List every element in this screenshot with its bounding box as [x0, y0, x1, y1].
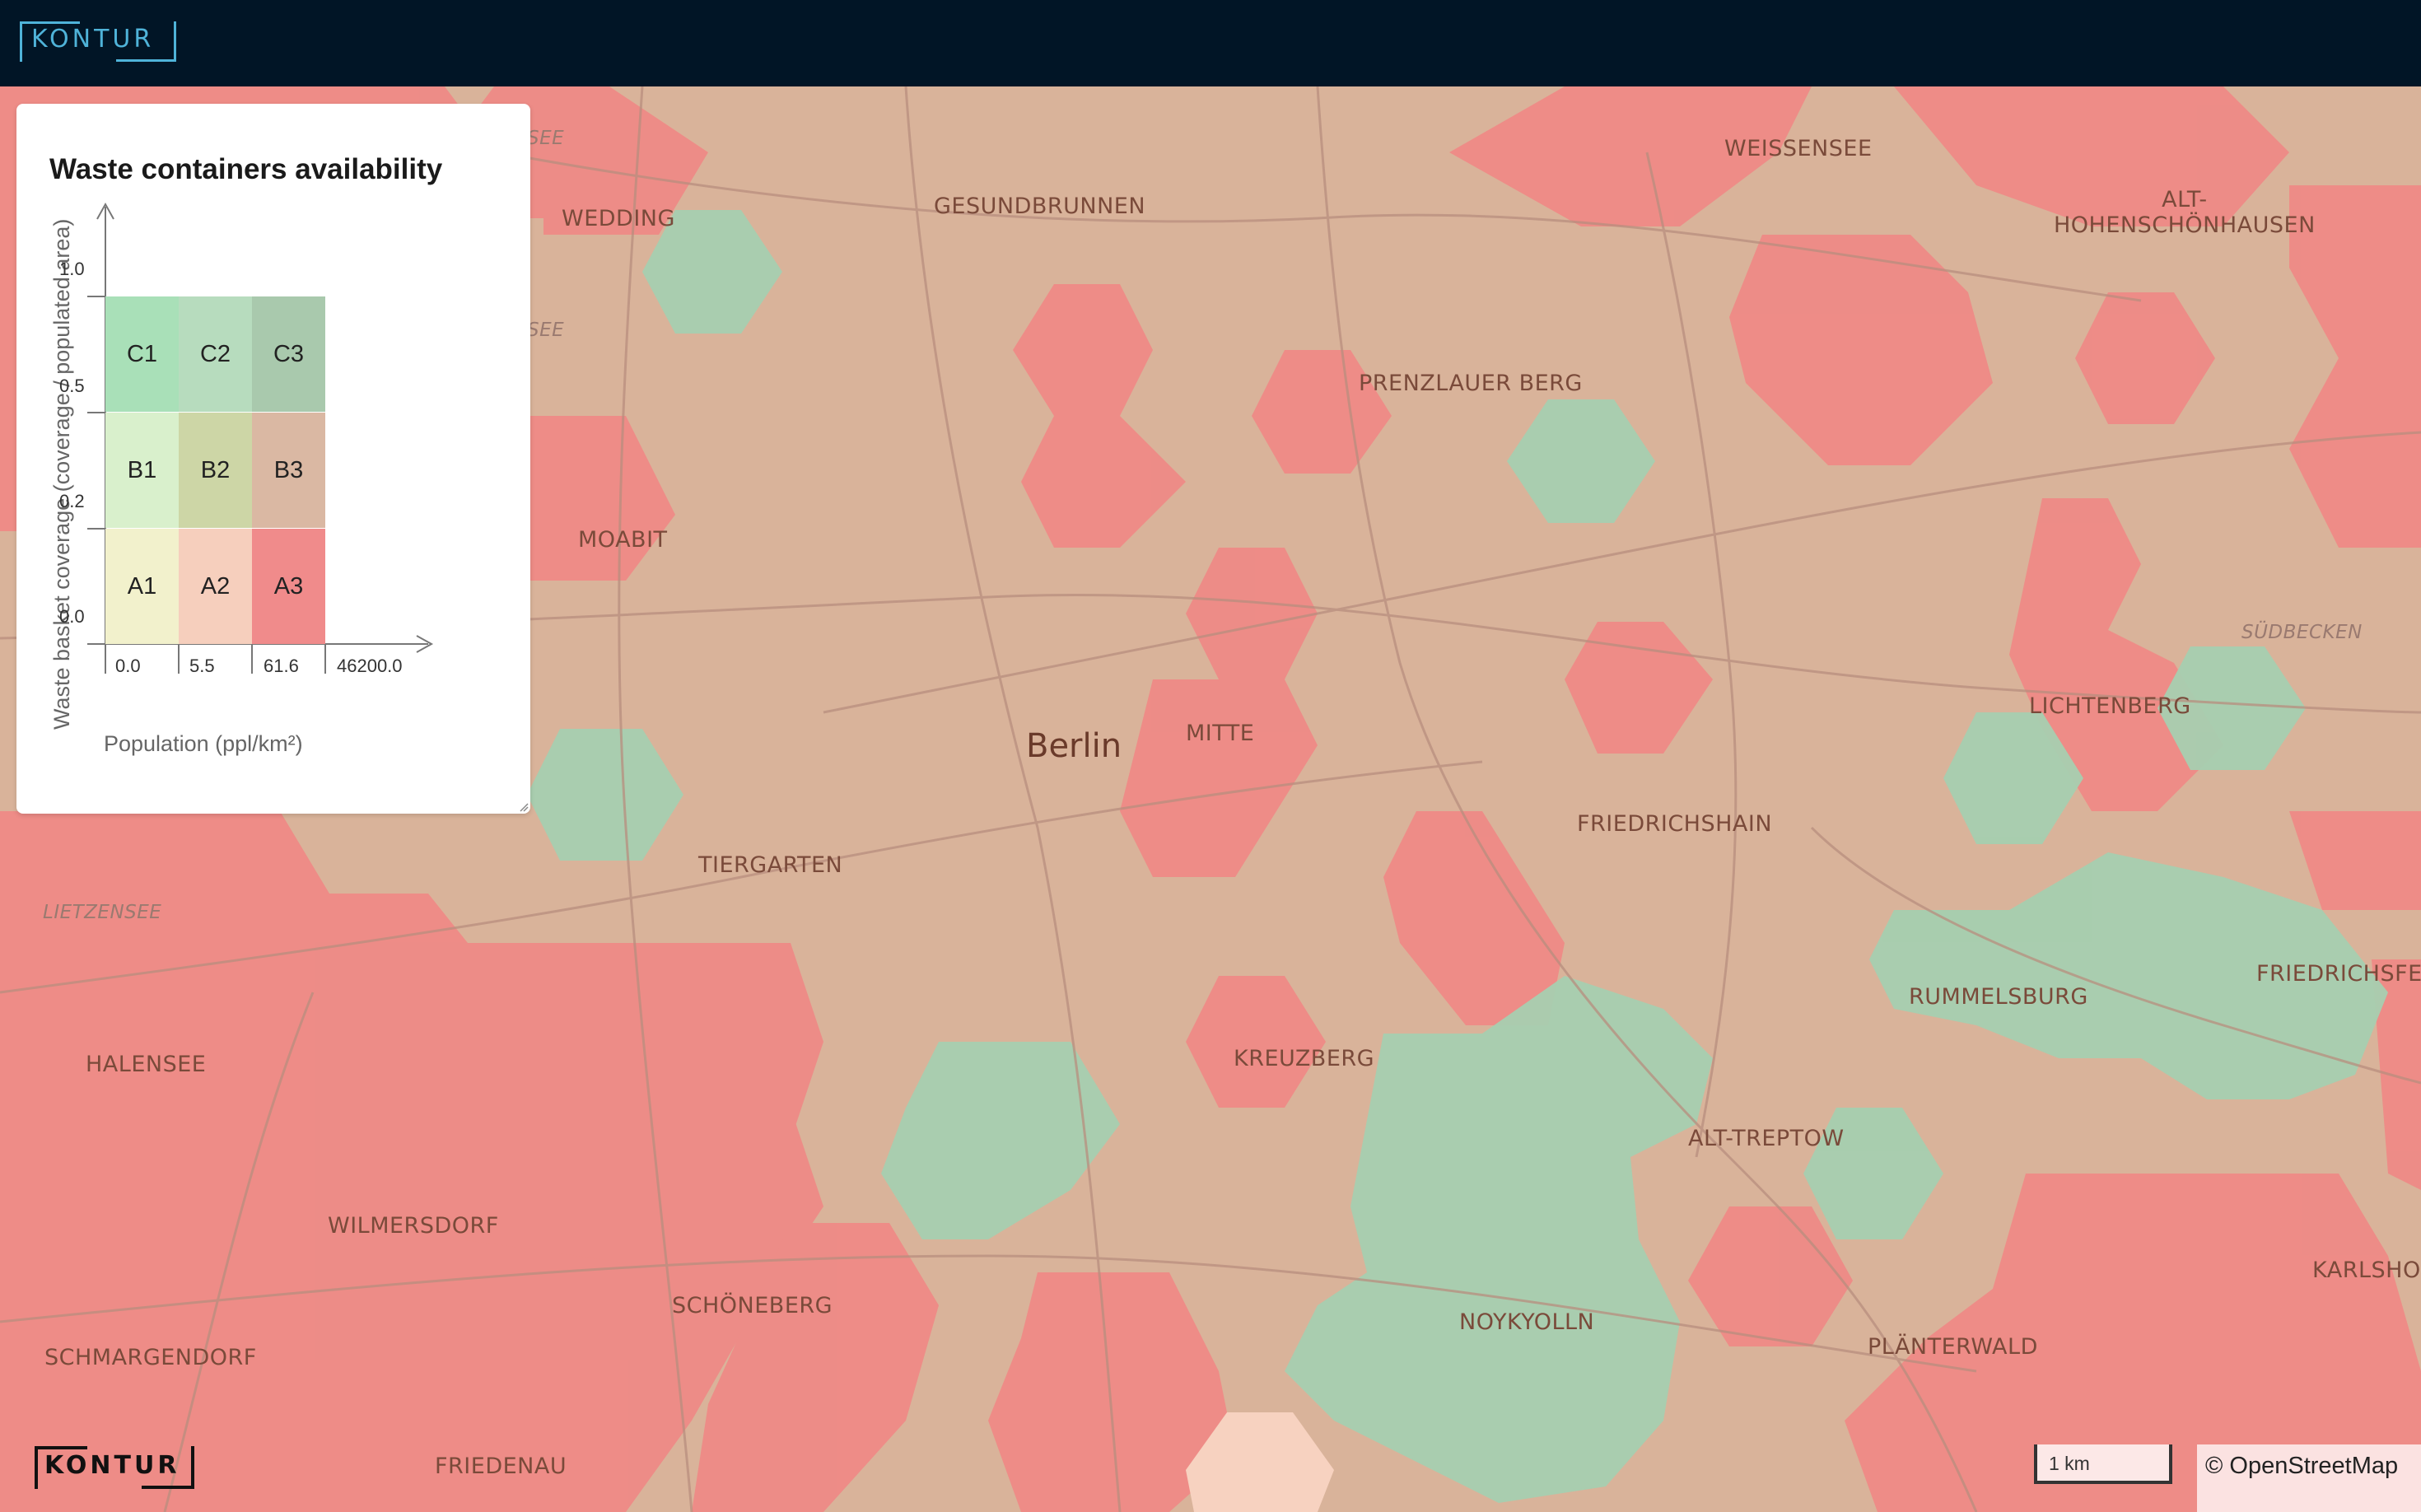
place-label: PLÄNTERWALD	[1868, 1334, 2038, 1360]
logo-text: KONTUR	[31, 25, 155, 54]
x-tick: 5.5	[189, 656, 215, 676]
x-tick: 46200.0	[337, 656, 403, 676]
place-label: SCHMARGENDORF	[44, 1345, 257, 1370]
place-label: ALT-TREPTOW	[1688, 1126, 1845, 1151]
place-label: LICHTENBERG	[2029, 693, 2191, 719]
place-label: FRIEDENAU	[435, 1454, 567, 1479]
water-label: LIETZENSEE	[43, 902, 162, 923]
water-label: SEE	[527, 128, 565, 149]
place-label: MOABIT	[578, 527, 668, 553]
place-label: MITTE	[1186, 721, 1255, 746]
place-label: KREUZBERG	[1234, 1046, 1375, 1071]
y-tick: 0.5	[59, 376, 85, 396]
map-attribution[interactable]: © OpenStreetMap	[2197, 1444, 2421, 1512]
kontur-logo[interactable]: KONTUR	[20, 21, 176, 62]
y-tick: 1.0	[59, 259, 85, 279]
cell-label: B2	[200, 456, 231, 483]
legend-cell-b3[interactable]: B3	[252, 413, 325, 528]
resize-handle-icon[interactable]	[519, 802, 529, 812]
x-tick: 0.0	[115, 656, 141, 676]
legend-cell-c3[interactable]: C3	[252, 296, 325, 412]
legend-cell-b1[interactable]: B1	[105, 413, 179, 528]
attribution-text[interactable]: © OpenStreetMap	[2205, 1453, 2398, 1480]
cell-label: A3	[273, 572, 304, 600]
place-label: TIERGARTEN	[698, 852, 843, 878]
bivariate-legend-panel[interactable]: Waste containers availability Waste bask…	[16, 104, 530, 814]
place-label: NOYKYOLLN	[1459, 1309, 1595, 1335]
cell-label: A1	[127, 572, 157, 600]
cell-label: B1	[127, 456, 157, 483]
place-label: WILMERSDORF	[328, 1213, 499, 1239]
place-label: GESUNDBRUNNEN	[934, 194, 1146, 219]
legend-cell-a2[interactable]: A2	[179, 529, 252, 644]
place-label: ALT- HOHENSCHÖNHAUSEN	[2054, 187, 2316, 238]
place-label: WEISSENSEE	[1724, 136, 1873, 161]
water-label: SÜDBECKEN	[2241, 622, 2363, 643]
legend-cell-a1[interactable]: A1	[105, 529, 179, 644]
legend-cell-c2[interactable]: C2	[179, 296, 252, 412]
cell-label: A2	[200, 572, 231, 600]
place-label: FRIEDRICHSFELD	[2256, 961, 2421, 987]
legend-cell-a3[interactable]: A3	[252, 529, 325, 644]
footer-logo-text: KONTUR	[44, 1451, 180, 1480]
y-tick: 0.2	[59, 491, 85, 511]
cell-label: C1	[126, 340, 158, 367]
kontur-footer-logo[interactable]: KONTUR	[35, 1446, 194, 1489]
scale-bar: 1 km	[2034, 1444, 2172, 1484]
place-label: SCHÖNEBERG	[672, 1293, 833, 1318]
legend-cell-b2[interactable]: B2	[179, 413, 252, 528]
place-label: RUMMELSBURG	[1909, 984, 2088, 1010]
x-tick: 61.6	[264, 656, 299, 676]
place-label: FRIEDRICHSHAIN	[1577, 811, 1773, 837]
place-label: KARLSHOR	[2312, 1258, 2421, 1283]
scale-label: 1 km	[2049, 1453, 2090, 1474]
water-label: SEE	[527, 320, 565, 341]
y-tick: 0.0	[59, 606, 85, 627]
cell-label: C2	[199, 340, 231, 367]
legend-cell-c1[interactable]: C1	[105, 296, 179, 412]
place-label: WEDDING	[562, 206, 675, 231]
place-label: HALENSEE	[86, 1052, 207, 1077]
cell-label: C3	[273, 340, 305, 367]
cell-label: B3	[273, 456, 304, 483]
city-label: Berlin	[1026, 727, 1122, 765]
place-label: PRENZLAUER BERG	[1359, 371, 1583, 396]
legend-x-axis-label: Population (ppl/km²)	[104, 731, 303, 756]
top-bar: KONTUR	[0, 0, 2421, 86]
